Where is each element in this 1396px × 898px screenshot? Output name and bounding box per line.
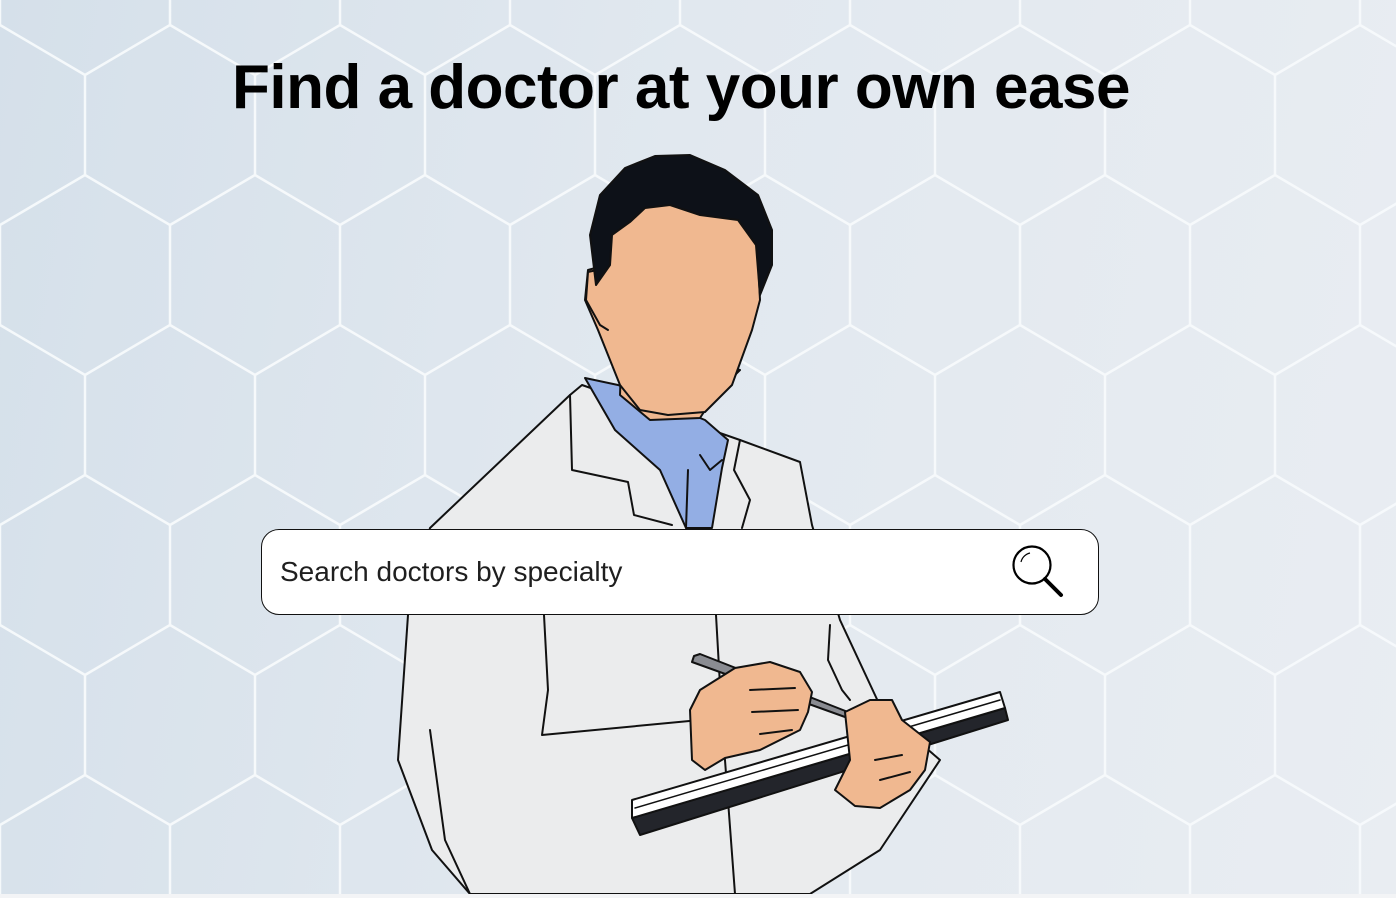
search-bar [261,529,1099,615]
search-input[interactable] [280,556,1006,588]
page-bottom-edge [0,894,1396,898]
search-button[interactable] [1006,541,1068,603]
hero-section: Find a doctor at your own ease [0,0,1396,894]
doctor-illustration [397,154,1009,894]
search-icon [1012,545,1063,597]
